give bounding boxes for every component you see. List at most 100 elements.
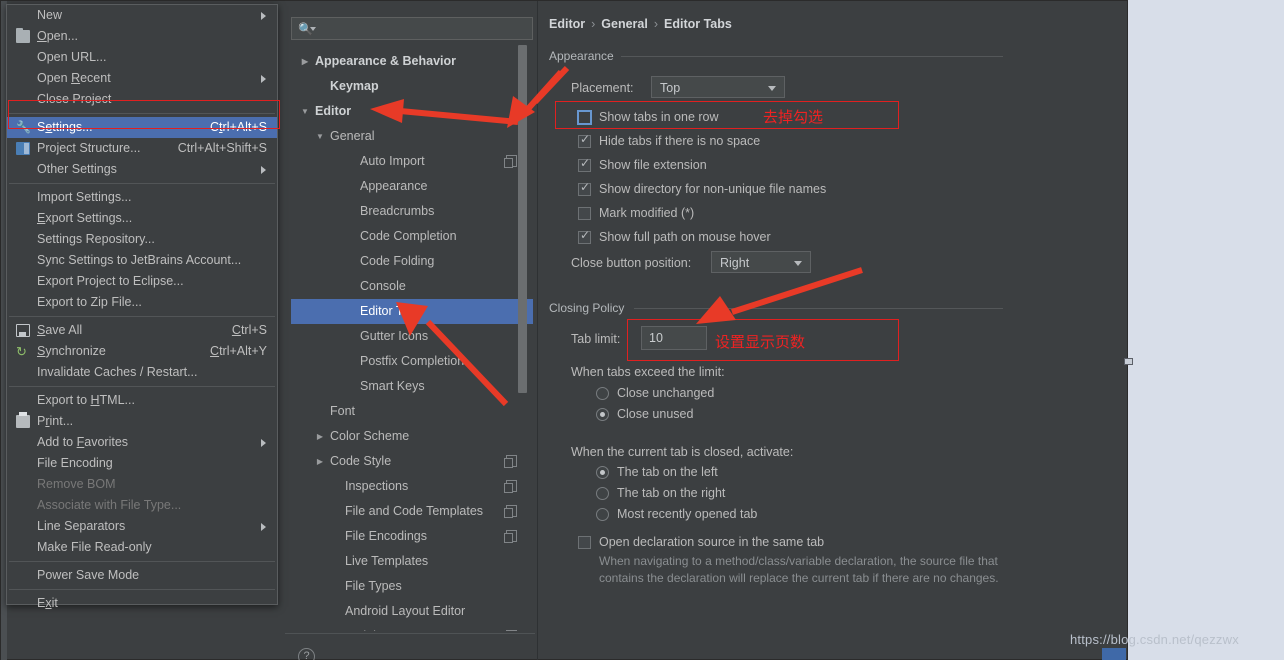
menu-item-label: Other Settings xyxy=(37,162,117,176)
tree-item-keymap[interactable]: ▶Keymap xyxy=(291,74,533,99)
copy-settings-icon[interactable] xyxy=(504,505,517,518)
tree-item-appearance-behavior[interactable]: ▶ Appearance & Behavior xyxy=(291,49,533,74)
breadcrumb-part-editor[interactable]: Editor xyxy=(549,17,585,31)
chevron-down-icon xyxy=(768,86,776,91)
menu-item-export-to-html[interactable]: Export to HTML... xyxy=(7,390,277,411)
tree-item-font[interactable]: ▶Font xyxy=(291,399,533,424)
placement-dropdown[interactable]: Top xyxy=(651,76,785,98)
tree-item-code-completion[interactable]: ▶Code Completion xyxy=(291,224,533,249)
menu-item-settings[interactable]: 🔧 Settings... Ctrl+Alt+S xyxy=(7,117,277,138)
resize-handle[interactable] xyxy=(1124,358,1133,365)
tree-item-file-encodings[interactable]: ▶File Encodings xyxy=(291,524,533,549)
chevron-right-icon[interactable]: ▶ xyxy=(314,424,326,449)
copy-settings-icon[interactable] xyxy=(504,455,517,468)
checkbox-box[interactable] xyxy=(578,180,591,196)
radio-circle[interactable] xyxy=(596,387,609,400)
menu-item-sync-settings-to-jetbrains-account[interactable]: Sync Settings to JetBrains Account... xyxy=(7,250,277,271)
menu-item-add-to-favorites[interactable]: Add to Favorites xyxy=(7,432,277,453)
tree-item-copyright[interactable]: ▶ Copyright xyxy=(291,624,533,631)
tree-item-postfix-completion[interactable]: ▶Postfix Completion xyxy=(291,349,533,374)
radio-label: The tab on the left xyxy=(617,465,718,479)
help-button[interactable]: ? xyxy=(298,648,315,660)
search-input[interactable] xyxy=(318,20,523,38)
menu-item-close-project[interactable]: Close Project xyxy=(7,89,277,110)
project-structure-icon xyxy=(16,142,30,155)
menu-item-import-settings[interactable]: Import Settings... xyxy=(7,187,277,208)
chevron-right-icon[interactable]: ▶ xyxy=(314,624,326,631)
copy-settings-icon[interactable] xyxy=(504,480,517,493)
tree-item-code-style[interactable]: ▶ Code Style xyxy=(291,449,533,474)
tree-item-appearance[interactable]: ▶Appearance xyxy=(291,174,533,199)
chevron-down-icon[interactable]: ▼ xyxy=(299,99,311,124)
tree-item-smart-keys[interactable]: ▶Smart Keys xyxy=(291,374,533,399)
checkbox-box[interactable] xyxy=(578,536,591,549)
settings-tree[interactable]: ▶Appearance & Behavior▶Keymap▼Editor▼Gen… xyxy=(291,49,533,631)
appearance-group-label: Appearance xyxy=(549,49,621,63)
watermark-accent-block xyxy=(1102,648,1126,660)
tab-limit-field[interactable] xyxy=(641,326,707,350)
menu-item-power-save-mode[interactable]: Power Save Mode xyxy=(7,565,277,586)
menu-item-line-separators[interactable]: Line Separators xyxy=(7,516,277,537)
tree-item-gutter-icons[interactable]: ▶Gutter Icons xyxy=(291,324,533,349)
radio-circle[interactable] xyxy=(596,408,609,421)
chevron-down-icon[interactable]: ▼ xyxy=(314,124,326,149)
tree-item-breadcrumbs[interactable]: ▶Breadcrumbs xyxy=(291,199,533,224)
tree-scrollbar-thumb[interactable] xyxy=(518,45,527,393)
tree-item-code-folding[interactable]: ▶Code Folding xyxy=(291,249,533,274)
menu-item-new[interactable]: New xyxy=(7,5,277,26)
menu-item-save-all[interactable]: Save All Ctrl+S xyxy=(7,320,277,341)
menu-item-export-settings[interactable]: Export Settings... xyxy=(7,208,277,229)
menu-item-make-file-read-only[interactable]: Make File Read-only xyxy=(7,537,277,558)
breadcrumb-part-general[interactable]: General xyxy=(601,17,648,31)
menu-item-open-url[interactable]: Open URL... xyxy=(7,47,277,68)
settings-search-box[interactable]: 🔍 xyxy=(291,17,533,40)
chevron-right-icon[interactable]: ▶ xyxy=(299,49,311,74)
panel-divider[interactable] xyxy=(537,1,538,660)
chevron-right-icon[interactable]: ▶ xyxy=(314,449,326,474)
menu-item-open[interactable]: Open... xyxy=(7,26,277,47)
tree-item-color-scheme[interactable]: ▶ Color Scheme xyxy=(291,424,533,449)
copy-settings-icon[interactable] xyxy=(504,530,517,543)
checkbox-box[interactable] xyxy=(578,207,591,220)
tree-item-console[interactable]: ▶Console xyxy=(291,274,533,299)
close-button-position-dropdown[interactable]: Right xyxy=(711,251,811,273)
menu-item-invalidate-caches-restart[interactable]: Invalidate Caches / Restart... xyxy=(7,362,277,383)
menu-item-synchronize[interactable]: ↻ Synchronize Ctrl+Alt+Y xyxy=(7,341,277,362)
tree-item-editor[interactable]: ▼ Editor xyxy=(291,99,533,124)
menu-item-file-encoding[interactable]: File Encoding xyxy=(7,453,277,474)
copy-settings-icon[interactable] xyxy=(504,155,517,168)
tree-item-editor-tabs[interactable]: ▶Editor Tabs xyxy=(291,299,533,324)
annotation-text-remove-check: 去掉勾选 xyxy=(763,108,824,126)
menu-item-print[interactable]: Print... xyxy=(7,411,277,432)
radio-circle[interactable] xyxy=(596,508,609,521)
folder-icon xyxy=(16,28,30,43)
checkbox-box[interactable] xyxy=(577,110,592,125)
tree-item-android-layout-editor[interactable]: ▶Android Layout Editor xyxy=(291,599,533,624)
tree-item-general[interactable]: ▼ General xyxy=(291,124,533,149)
checkbox-box[interactable] xyxy=(578,228,591,244)
checkbox-box[interactable] xyxy=(578,132,591,148)
menu-item-export-project-to-eclipse[interactable]: Export Project to Eclipse... xyxy=(7,271,277,292)
menu-item-open-recent[interactable]: Open Recent xyxy=(7,68,277,89)
tree-item-inspections[interactable]: ▶Inspections xyxy=(291,474,533,499)
tree-item-file-types[interactable]: ▶File Types xyxy=(291,574,533,599)
tree-item-label: Breadcrumbs xyxy=(360,204,435,218)
menu-item-settings-repository[interactable]: Settings Repository... xyxy=(7,229,277,250)
menu-item-export-to-zip-file[interactable]: Export to Zip File... xyxy=(7,292,277,313)
menu-item-label: Add to Favorites xyxy=(37,435,129,449)
menu-item-project-structure[interactable]: Project Structure... Ctrl+Alt+Shift+S xyxy=(7,138,277,159)
tab-limit-input[interactable] xyxy=(642,327,706,349)
menu-item-other-settings[interactable]: Other Settings xyxy=(7,159,277,180)
radio-circle[interactable] xyxy=(596,487,609,500)
chevron-down-icon[interactable] xyxy=(310,27,316,31)
close-button-position-value: Right xyxy=(720,256,750,270)
checkbox-box[interactable] xyxy=(578,156,591,172)
copy-settings-icon[interactable] xyxy=(506,630,517,631)
tree-item-auto-import[interactable]: ▶Auto Import xyxy=(291,149,533,174)
menu-item-exit[interactable]: Exit xyxy=(7,593,277,614)
radio-label: Close unused xyxy=(617,407,694,421)
tree-item-live-templates[interactable]: ▶Live Templates xyxy=(291,549,533,574)
radio-circle[interactable] xyxy=(596,466,609,479)
file-menu-popup[interactable]: New Open... Open URL... Open Recent Close Pr… xyxy=(6,4,278,610)
tree-item-file-and-code-templates[interactable]: ▶File and Code Templates xyxy=(291,499,533,524)
